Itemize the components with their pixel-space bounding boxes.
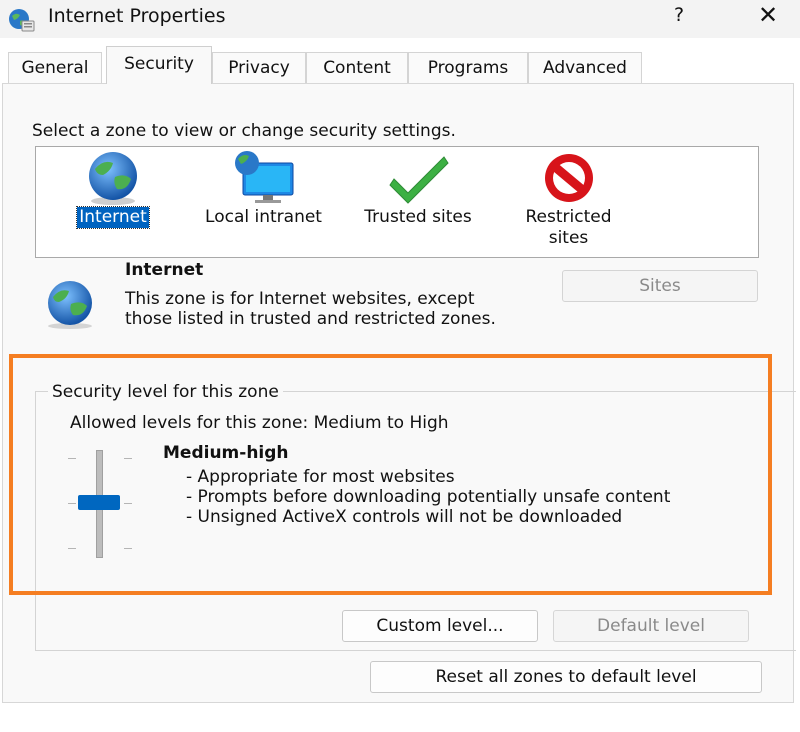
slider-tick [124,503,132,504]
zone-label-restricted-sites: Restricted sites [525,207,612,248]
slider-tick [124,548,132,549]
window-title: Internet Properties [48,5,226,27]
tab-privacy[interactable]: Privacy [212,52,306,83]
tab-advanced[interactable]: Advanced [528,52,642,83]
sites-button[interactable]: Sites [562,270,758,302]
internet-options-icon [9,9,35,32]
custom-level-button[interactable]: Custom level... [342,610,538,642]
tab-general[interactable]: General [8,52,102,83]
zone-internet[interactable]: Internet [58,147,168,257]
zone-label-local-intranet: Local intranet [205,207,322,227]
zone-trusted-sites[interactable]: Trusted sites [348,147,488,257]
zone-local-intranet[interactable]: Local intranet [191,147,336,257]
level-name: Medium-high [163,443,289,463]
intranet-icon [234,151,293,203]
allowed-levels-text: Allowed levels for this zone: Medium to … [70,413,449,433]
zone-prompt: Select a zone to view or change security… [32,121,456,141]
zone-restricted-sites[interactable]: Restricted sites [506,147,631,257]
slider-tick [68,458,76,459]
level-bullet: - Appropriate for most websites [186,467,455,487]
globe-icon [89,152,137,205]
zone-label-internet: Internet [76,206,150,229]
globe-icon [48,281,92,329]
level-bullet: - Prompts before downloading potentially… [186,487,671,507]
level-description: - Appropriate for most websites - Prompt… [186,467,706,527]
default-level-button[interactable]: Default level [553,610,749,642]
title-bar: Internet Properties ? ✕ [0,0,800,38]
restricted-icon [544,154,593,202]
level-bullet: - Unsigned ActiveX controls will not be … [186,507,623,527]
tab-programs[interactable]: Programs [408,52,528,83]
selected-zone-name: Internet [125,260,204,280]
zone-label-trusted-sites: Trusted sites [364,207,472,227]
slider-tick [68,503,76,504]
slider-thumb[interactable] [78,495,120,510]
reset-all-zones-button[interactable]: Reset all zones to default level [370,661,762,693]
tab-security[interactable]: Security [106,46,212,84]
tab-content[interactable]: Content [306,52,408,83]
slider-tick [124,458,132,459]
close-button[interactable]: ✕ [748,0,788,34]
zone-list: Internet Local intranet Trusted sites Re… [35,146,759,258]
slider-tick [68,548,76,549]
checkmark-icon [389,156,449,204]
help-button[interactable]: ? [664,0,694,34]
selected-zone-description: This zone is for Internet websites, exce… [125,289,496,329]
security-level-title: Security level for this zone [48,382,283,402]
